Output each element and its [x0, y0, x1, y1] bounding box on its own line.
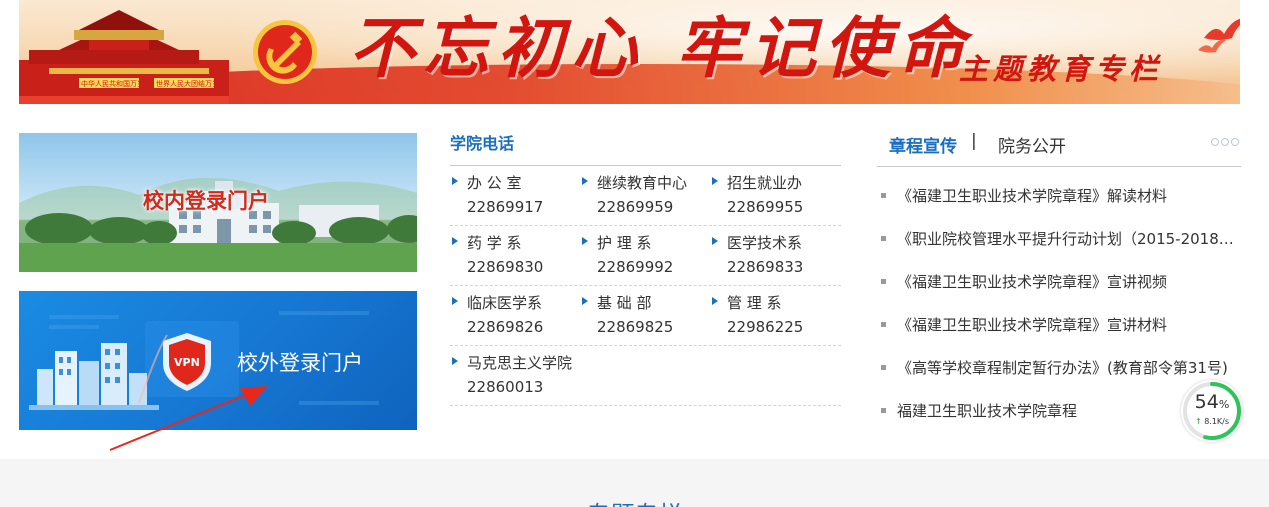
dept-phone: 22869955	[727, 198, 804, 216]
phone-entry[interactable]: 马克思主义学院 22860013	[450, 351, 710, 399]
triangle-bullet-icon	[452, 297, 458, 305]
phone-row: 马克思主义学院 22860013	[450, 346, 841, 406]
dept-phone: 22869830	[467, 258, 544, 276]
news-tabs: 章程宣传 | 院务公开	[877, 128, 1241, 167]
triangle-bullet-icon	[582, 177, 588, 185]
news-title: 《福建卫生职业技术学院章程》宣讲视频	[897, 273, 1168, 291]
triangle-bullet-icon	[452, 357, 458, 365]
list-item[interactable]: 《福建卫生职业技术学院章程》解读材料	[877, 185, 1241, 228]
square-bullet-icon	[881, 279, 886, 284]
list-item[interactable]: 《福建卫生职业技术学院章程》宣讲视频	[877, 271, 1241, 314]
phone-entry[interactable]: 招生就业办 22869955	[710, 171, 840, 219]
dept-phone: 22869826	[467, 318, 544, 336]
phone-section-title: 学院电话	[450, 128, 841, 166]
tab-charter[interactable]: 章程宣传	[889, 132, 957, 157]
dept-phone: 22869992	[597, 258, 674, 276]
phone-entry[interactable]: 药 学 系 22869830	[450, 231, 580, 279]
dept-phone: 22869917	[467, 198, 544, 216]
more-dots-icon[interactable]	[1211, 138, 1239, 146]
banner-slogan: 不忘初心 牢记使命	[349, 9, 972, 87]
annotation-arrow-icon	[109, 386, 268, 451]
news-title: 《福建卫生职业技术学院章程》解读材料	[897, 187, 1168, 205]
banner-subtitle: 主题教育专栏	[959, 52, 1164, 86]
dept-name: 基 础 部	[597, 294, 652, 312]
speed-rate: ↑ 8.1K/s	[1181, 417, 1243, 426]
phone-entry[interactable]: 临床医学系 22869826	[450, 291, 580, 339]
triangle-bullet-icon	[712, 177, 718, 185]
college-phone-directory: 学院电话 办 公 室 22869917 继续教育中心 22869959 招生就业…	[450, 128, 841, 406]
theme-banner[interactable]: 中华人民共和国万岁 世界人民大团结万岁 不忘初心 牢记使命 主题教育专栏	[19, 0, 1240, 104]
phone-entry[interactable]: 护 理 系 22869992	[580, 231, 710, 279]
tab-separator: |	[971, 131, 977, 151]
doves-icon	[1198, 18, 1240, 53]
dept-name: 管 理 系	[727, 294, 782, 312]
list-item[interactable]: 《职业院校管理水平提升行动计划（2015-2018年）》	[877, 228, 1241, 271]
dept-name: 药 学 系	[467, 234, 522, 252]
triangle-bullet-icon	[582, 237, 588, 245]
triangle-bullet-icon	[452, 177, 458, 185]
phone-entry[interactable]: 继续教育中心 22869959	[580, 171, 710, 219]
news-title: 《福建卫生职业技术学院章程》宣讲材料	[897, 316, 1168, 334]
dept-phone: 22860013	[467, 378, 544, 396]
dept-phone: 22869825	[597, 318, 674, 336]
speed-percent: 54%	[1181, 391, 1243, 413]
party-emblem-icon	[253, 20, 317, 84]
news-title: 福建卫生职业技术学院章程	[897, 402, 1078, 420]
footer-band: 专题专栏	[0, 459, 1269, 507]
phone-row: 办 公 室 22869917 继续教育中心 22869959 招生就业办 228…	[450, 166, 841, 226]
dept-name: 继续教育中心	[597, 174, 688, 192]
campus-login-label: 校内登录门户	[143, 189, 269, 213]
dept-phone: 22869959	[597, 198, 674, 216]
phone-entry[interactable]: 医学技术系 22869833	[710, 231, 840, 279]
phone-row: 临床医学系 22869826 基 础 部 22869825 管 理 系 2298…	[450, 286, 841, 346]
phone-entry[interactable]: 管 理 系 22986225	[710, 291, 840, 339]
dept-phone: 22986225	[727, 318, 804, 336]
phone-entry[interactable]: 基 础 部 22869825	[580, 291, 710, 339]
square-bullet-icon	[881, 193, 886, 198]
phone-row: 药 学 系 22869830 护 理 系 22869992 医学技术系 2286…	[450, 226, 841, 286]
news-title: 《高等学校章程制定暂行办法》(教育部令第31号)	[897, 359, 1228, 377]
upload-arrow-icon: ↑	[1194, 417, 1202, 426]
list-item[interactable]: 《福建卫生职业技术学院章程》宣讲材料	[877, 314, 1241, 357]
dept-name: 医学技术系	[727, 234, 803, 252]
campus-login-portal[interactable]: 校内登录门户	[19, 133, 417, 272]
speed-percent-value: 54	[1194, 391, 1219, 413]
dept-phone: 22869833	[727, 258, 804, 276]
tab-affairs[interactable]: 院务公开	[998, 132, 1066, 157]
square-bullet-icon	[881, 236, 886, 241]
square-bullet-icon	[881, 408, 886, 413]
triangle-bullet-icon	[712, 297, 718, 305]
square-bullet-icon	[881, 322, 886, 327]
triangle-bullet-icon	[452, 237, 458, 245]
section-title-special: 专题专栏	[0, 495, 1269, 507]
gate-text-2: 世界人民大团结万岁	[156, 79, 219, 88]
network-speed-widget[interactable]: 54% ↑ 8.1K/s	[1181, 380, 1243, 442]
page-root: 中华人民共和国万岁 世界人民大团结万岁 不忘初心 牢记使命 主题教育专栏 校内登…	[0, 0, 1269, 507]
square-bullet-icon	[881, 365, 886, 370]
dept-name: 招生就业办	[727, 174, 803, 192]
tiananmen-gate-icon: 中华人民共和国万岁 世界人民大团结万岁	[19, 10, 229, 104]
speed-percent-sign: %	[1218, 398, 1230, 411]
phone-entry[interactable]: 办 公 室 22869917	[450, 171, 580, 219]
news-title: 《职业院校管理水平提升行动计划（2015-2018年）》	[897, 230, 1241, 248]
speed-rate-value: 8.1K/s	[1204, 417, 1230, 426]
dept-name: 马克思主义学院	[467, 354, 573, 372]
gate-text-1: 中华人民共和国万岁	[81, 79, 144, 88]
dept-name: 临床医学系	[467, 294, 543, 312]
dept-name: 护 理 系	[597, 234, 652, 252]
triangle-bullet-icon	[582, 297, 588, 305]
dept-name: 办 公 室	[467, 174, 522, 192]
triangle-bullet-icon	[712, 237, 718, 245]
